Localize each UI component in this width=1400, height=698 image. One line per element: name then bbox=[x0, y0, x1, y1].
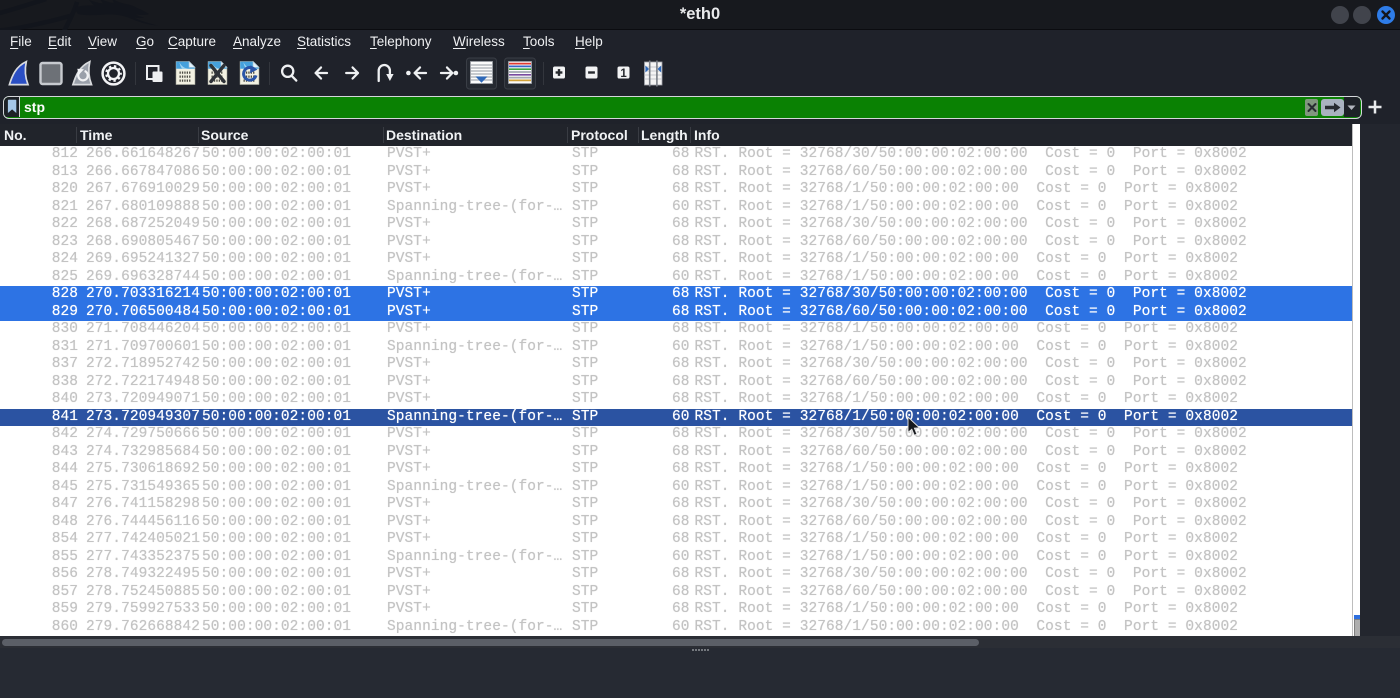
svg-text:1: 1 bbox=[620, 68, 627, 80]
